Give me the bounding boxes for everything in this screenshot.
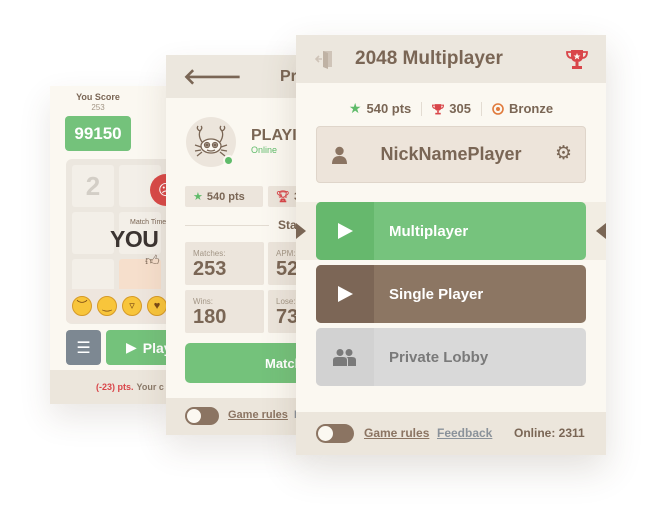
grin-emoji-icon[interactable]: ▿ (122, 296, 142, 316)
game-rules-link[interactable]: Game rules (228, 409, 288, 421)
play-button[interactable]: ▶ Play (106, 330, 172, 365)
feedback-link[interactable]: Feedback (437, 426, 492, 440)
online-count: Online: 2311 (514, 426, 585, 440)
exit-icon[interactable] (315, 49, 335, 69)
leaderboard-trophy-icon[interactable] (566, 48, 588, 70)
score-label: You Score (76, 92, 120, 102)
separator (421, 101, 423, 116)
emoji-bar: ︶ ‿ ▿ ♥ (66, 289, 172, 323)
match-button[interactable]: Match (185, 343, 302, 383)
score-value: 99150 (65, 116, 131, 151)
stats-title: Sta (278, 218, 297, 232)
stat-value: 253 (193, 258, 227, 280)
stat-label: APM: (276, 249, 296, 258)
nickname-field[interactable]: NickNamePlayer ⚙ (316, 126, 586, 183)
online-indicator (223, 155, 234, 166)
star-icon: ★ (193, 191, 203, 203)
footer-text: Your c (136, 382, 164, 392)
play-icon: ▶ (126, 339, 137, 355)
menu-footer: Game rules Feedback Online: 2311 (296, 412, 606, 455)
profile-footer: Game rules F (166, 398, 302, 435)
separator (481, 101, 482, 116)
kiss-emoji-icon[interactable]: ♥ (147, 296, 167, 316)
users-icon (316, 328, 374, 386)
hamburger-icon: ☰ (76, 339, 91, 357)
single-player-label: Single Player (389, 285, 484, 303)
trophies-value: 305 (449, 101, 471, 116)
player-name: PLAYI (251, 127, 297, 144)
play-icon (316, 202, 374, 260)
game-footer: (-23) pts. Your c (50, 370, 172, 404)
stat-label: Wins: (193, 297, 213, 306)
profile-title: Pr (280, 68, 297, 85)
player-stats-row: ★ 540 pts 305 Bronze (296, 100, 606, 117)
back-arrow-icon[interactable]: 🡐 (183, 64, 242, 90)
stat-value: 180 (193, 306, 227, 328)
private-lobby-button[interactable]: Private Lobby (316, 328, 586, 386)
match-time-label: Match Time (130, 219, 167, 226)
nickname-label: NickNamePlayer (380, 144, 522, 164)
stat-value: 52 (276, 258, 299, 280)
player-status: Online (251, 145, 278, 155)
tile: 2 (72, 165, 114, 207)
gear-icon[interactable]: ⚙ (555, 144, 572, 163)
private-lobby-label: Private Lobby (389, 348, 489, 366)
profile-screen: 🡐 Pr PLAYI Online ★ 540 pts 🏆︎ 3 Sta Mat… (166, 55, 302, 435)
star-icon: ★ (348, 100, 362, 116)
score-sub: 253 (91, 103, 105, 112)
stat-matches: Matches: 253 (185, 242, 264, 285)
penalty-text: (-23) pts. (96, 382, 134, 392)
divider (185, 225, 269, 226)
game-screen: You Score 253 99150 2 ☹ Match Time YOU 👍… (50, 86, 172, 404)
points-value: 540 pts (366, 101, 412, 116)
game-rules-link[interactable]: Game rules (364, 426, 429, 440)
result-text: YOU (110, 226, 159, 252)
rank-stat: Bronze (492, 101, 553, 116)
rank-value: Bronze (509, 101, 554, 116)
points-badge: ★ 540 pts (185, 186, 263, 207)
stat-value: 73 (276, 306, 299, 328)
menu-button[interactable]: ☰ (66, 330, 101, 365)
selection-arrow-right-icon (596, 223, 606, 239)
trophies-stat: 305 (432, 101, 471, 116)
profile-header: 🡐 Pr (166, 55, 302, 98)
multiplayer-label: Multiplayer (389, 222, 469, 240)
app-title: 2048 Multiplayer (355, 48, 503, 69)
sad-emoji-icon[interactable]: ︶ (72, 296, 92, 316)
multiplayer-button[interactable]: Multiplayer (316, 202, 586, 260)
points-stat: ★ 540 pts (349, 100, 411, 117)
points-value: 540 pts (206, 190, 245, 203)
trophy-icon: 🏆︎ (276, 191, 290, 203)
selection-arrow-left-icon (296, 223, 306, 239)
crab-icon (194, 125, 228, 157)
menu-header: 2048 Multiplayer (296, 35, 606, 83)
stat-label: Matches: (193, 249, 226, 258)
thumbs-up-icon[interactable]: 👍︎ (145, 252, 160, 269)
bronze-medal-icon (492, 102, 504, 115)
main-menu-screen: 2048 Multiplayer ★ 540 pts 305 Bronze Ni… (296, 35, 606, 455)
trophy-icon (432, 103, 445, 114)
smile-emoji-icon[interactable]: ‿ (97, 296, 117, 316)
sound-toggle[interactable] (316, 424, 354, 443)
play-icon (316, 265, 374, 323)
stat-label: Lose: (276, 297, 296, 306)
tile (72, 212, 114, 254)
sound-toggle[interactable] (185, 407, 219, 425)
stat-wins: Wins: 180 (185, 290, 264, 333)
single-player-button[interactable]: Single Player (316, 265, 586, 323)
